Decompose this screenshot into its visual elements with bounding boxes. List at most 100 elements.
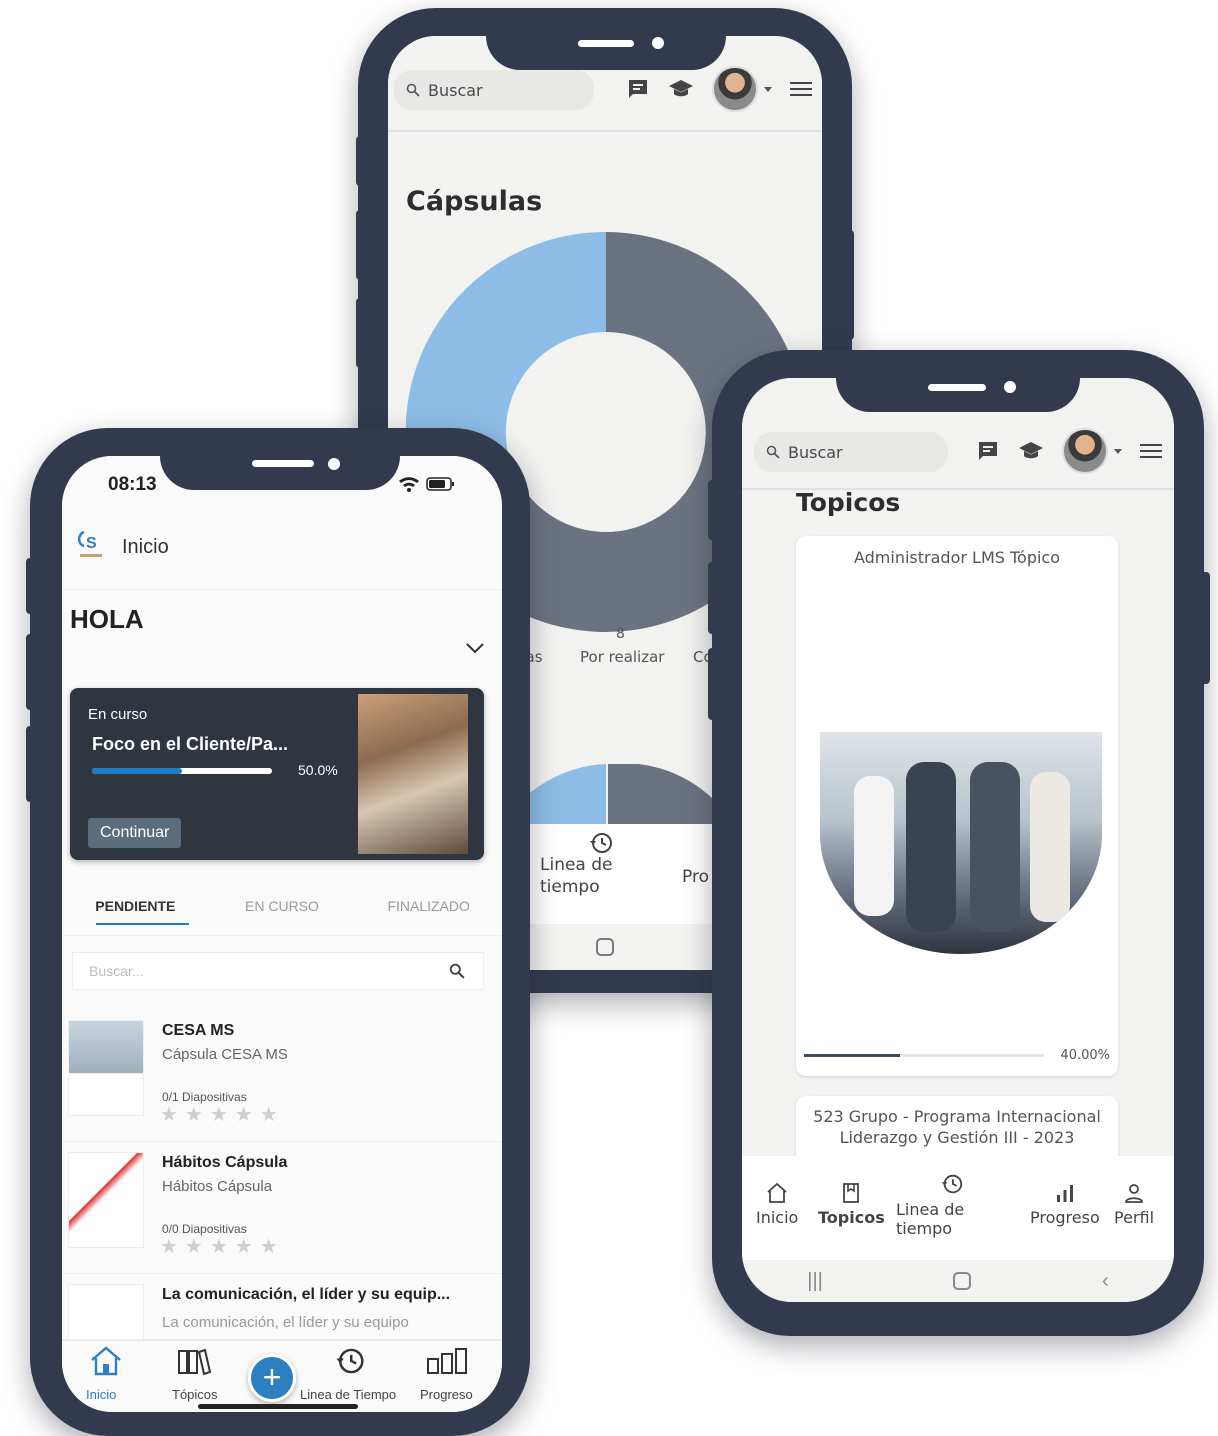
nav-timeline[interactable]: Linea de Tiempo bbox=[300, 1387, 396, 1402]
nav-topicos[interactable]: Topicos bbox=[818, 1182, 885, 1227]
greeting: HOLA bbox=[70, 604, 144, 634]
chevron-down-icon[interactable] bbox=[764, 86, 772, 92]
battery-icon bbox=[426, 477, 454, 491]
chevron-down-icon[interactable] bbox=[1114, 448, 1122, 454]
stage: Buscar Cápsulas 8 das Por realizar bbox=[0, 0, 1218, 1436]
side-button bbox=[356, 298, 366, 368]
nav-inicio[interactable]: Inicio bbox=[756, 1182, 798, 1227]
toolbar-icons bbox=[976, 428, 1162, 474]
nav-inicio-label: Inicio bbox=[86, 1387, 117, 1402]
graduation-cap-icon[interactable] bbox=[1018, 440, 1044, 462]
search-input[interactable]: Buscar... bbox=[72, 952, 484, 990]
search-input[interactable]: Buscar bbox=[754, 432, 948, 472]
nav-timeline[interactable]: Linea de tiempo bbox=[540, 854, 613, 898]
tab-pendiente[interactable]: PENDIENTE bbox=[62, 880, 209, 935]
search-placeholder: Buscar bbox=[428, 80, 483, 100]
bar-chart-icon[interactable] bbox=[426, 1345, 470, 1377]
nav-timeline-line1: Linea de bbox=[896, 1200, 965, 1219]
list-item-subtitle: La comunicación, el líder y su equipo bbox=[162, 1314, 409, 1331]
phone-home: 08:13 S Inicio HOLA En curso Foco en el … bbox=[26, 428, 530, 1436]
topic-progress-label: 40.00% bbox=[1060, 1048, 1110, 1063]
nav-progreso[interactable]: Progreso bbox=[1030, 1182, 1100, 1227]
status-time: 08:13 bbox=[108, 474, 157, 495]
side-button bbox=[844, 230, 854, 340]
person-icon bbox=[1125, 1184, 1143, 1203]
books-icon[interactable] bbox=[176, 1345, 212, 1377]
search-icon[interactable] bbox=[449, 963, 465, 979]
nav-progreso[interactable]: Progreso bbox=[420, 1387, 473, 1402]
topic-card-title: Administrador LMS Tópico bbox=[853, 548, 1061, 567]
tab-finalizado[interactable]: FINALIZADO bbox=[355, 880, 502, 935]
page-title: Cápsulas bbox=[406, 186, 543, 217]
list-item[interactable]: CESA MS Cápsula CESA MS 0/1 Diapositivas… bbox=[62, 1010, 502, 1142]
list-item-subtitle: Cápsula CESA MS bbox=[162, 1046, 288, 1063]
topic-card-title-line1: 523 Grupo - Programa Internacional bbox=[813, 1107, 1101, 1126]
side-button bbox=[708, 480, 718, 540]
continue-button[interactable]: Continuar bbox=[88, 818, 182, 848]
home-button-icon[interactable] bbox=[953, 1272, 972, 1290]
nav-inicio[interactable]: Inicio bbox=[86, 1387, 116, 1402]
home-icon bbox=[767, 1182, 787, 1203]
page-title: Topicos bbox=[796, 488, 901, 517]
search-placeholder: Buscar bbox=[788, 442, 843, 462]
side-button bbox=[26, 558, 36, 614]
avatar[interactable] bbox=[1062, 428, 1108, 474]
topic-progress-bar bbox=[804, 1054, 1044, 1057]
card-title: Foco en el Cliente/Pa... bbox=[92, 734, 289, 754]
course-progress-label: 50.0% bbox=[298, 762, 338, 778]
topicos-screen: Buscar Topicos Administrador LMS Tópico bbox=[742, 378, 1174, 1302]
list-item-thumbnail bbox=[68, 1152, 144, 1248]
home-button-icon[interactable] bbox=[596, 938, 614, 956]
menu-icon[interactable] bbox=[1140, 444, 1162, 458]
current-course-card[interactable]: En curso Foco en el Cliente/Pa... 50.0% … bbox=[70, 688, 484, 860]
bar-chart-icon bbox=[1056, 1185, 1073, 1202]
list-item[interactable]: La comunicación, el líder y su equip... … bbox=[62, 1274, 502, 1340]
nav-timeline-line2: tiempo bbox=[540, 877, 600, 897]
recents-icon[interactable]: ||| bbox=[807, 1270, 823, 1293]
add-button[interactable]: + bbox=[248, 1354, 296, 1402]
chevron-down-icon[interactable] bbox=[466, 642, 484, 654]
back-icon[interactable]: ‹ bbox=[1102, 1270, 1109, 1293]
side-button bbox=[708, 562, 718, 634]
nav-topicos-label: Tópicos bbox=[172, 1387, 218, 1402]
bottom-nav: Inicio Topicos Linea de tiempo Progreso bbox=[742, 1156, 1174, 1260]
chat-icon[interactable] bbox=[626, 77, 650, 101]
donut2-segment-blue bbox=[518, 764, 606, 824]
course-progress-bar bbox=[92, 768, 272, 774]
notch bbox=[486, 28, 726, 70]
svg-text:S: S bbox=[86, 535, 97, 552]
topic-progress-fill bbox=[804, 1054, 900, 1057]
course-progress-fill bbox=[92, 768, 182, 774]
card-kicker: En curso bbox=[88, 706, 148, 723]
topic-card-title-line2: Liderazgo y Gestión III - 2023 bbox=[839, 1128, 1075, 1147]
history-icon bbox=[941, 1174, 963, 1194]
avatar[interactable] bbox=[712, 66, 758, 112]
wifi-icon bbox=[399, 477, 419, 492]
chat-icon[interactable] bbox=[976, 439, 1000, 463]
star-rating: ★★★★★ bbox=[160, 1236, 285, 1258]
side-button bbox=[1200, 572, 1210, 684]
nav-timeline[interactable]: Linea de tiempo bbox=[896, 1172, 964, 1238]
history-icon[interactable] bbox=[332, 1345, 368, 1377]
tab-en-curso[interactable]: EN CURSO bbox=[209, 880, 356, 935]
search-icon bbox=[406, 83, 420, 97]
nav-progress[interactable]: Pro bbox=[682, 866, 709, 888]
side-button bbox=[26, 634, 36, 710]
system-bar: ||| ‹ bbox=[742, 1260, 1174, 1302]
nav-topicos[interactable]: Tópicos bbox=[172, 1387, 218, 1402]
donut2-segment-gray bbox=[608, 764, 718, 824]
status-tabs: PENDIENTE EN CURSO FINALIZADO bbox=[62, 880, 502, 936]
search-placeholder: Buscar... bbox=[89, 963, 144, 979]
topic-card[interactable]: Administrador LMS Tópico 40.00% bbox=[796, 536, 1118, 1076]
notch bbox=[836, 372, 1080, 412]
home-icon[interactable] bbox=[88, 1345, 124, 1377]
legend-count: 8 bbox=[616, 626, 625, 642]
graduation-cap-icon[interactable] bbox=[668, 78, 694, 100]
star-rating: ★★★★★ bbox=[160, 1104, 285, 1126]
nav-timeline-line2: tiempo bbox=[896, 1219, 953, 1238]
nav-perfil[interactable]: Perfil bbox=[1114, 1182, 1154, 1227]
search-input[interactable]: Buscar bbox=[394, 70, 594, 110]
list-item-thumbnail bbox=[68, 1284, 144, 1339]
menu-icon[interactable] bbox=[790, 82, 812, 96]
list-item[interactable]: Hábitos Cápsula Hábitos Cápsula 0/0 Diap… bbox=[62, 1142, 502, 1274]
